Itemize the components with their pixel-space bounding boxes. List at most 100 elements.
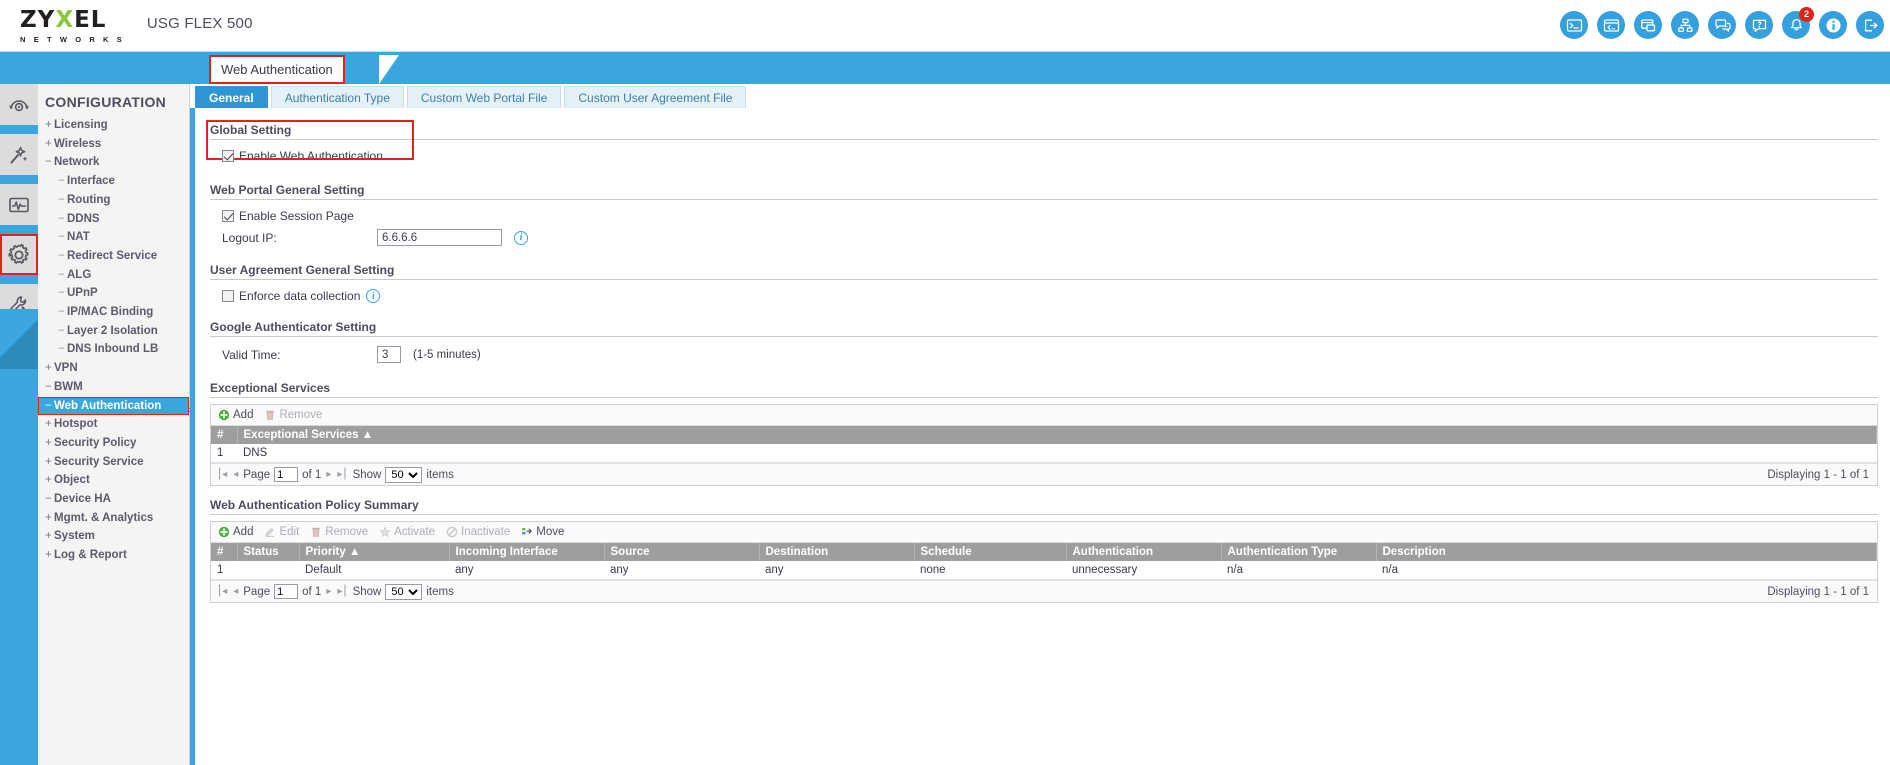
sidebar-item-security-policy[interactable]: +Security Policy [38,434,189,453]
exceptional-services-page-input[interactable] [274,467,298,482]
enable-web-auth-checkbox[interactable] [222,150,234,162]
twisty-icon[interactable]: − [45,153,54,172]
column-header[interactable]: # [211,426,237,444]
sidebar-item-vpn[interactable]: +VPN [38,359,189,378]
twisty-icon[interactable]: + [45,434,54,453]
twisty-icon[interactable]: − [45,490,54,509]
exceptional-services-last-page-icon[interactable]: ▸⎮ [336,469,348,480]
policy-summary-page-size-select[interactable]: 50 [385,584,422,600]
sidebar-item-wireless[interactable]: +Wireless [38,135,189,154]
code-icon[interactable] [1597,11,1625,39]
twisty-icon[interactable]: − [58,172,67,191]
brand-logo[interactable]: ZYXEL N E T W O R K S USG FLEX 500 [20,9,253,44]
logout-ip-input[interactable] [377,229,502,246]
sidebar-item-ip-mac-binding[interactable]: −IP/MAC Binding [38,303,189,322]
twisty-icon[interactable]: − [58,303,67,322]
enable-web-auth-row[interactable]: Enable Web Authentication [210,146,1878,166]
twisty-icon[interactable]: − [58,340,67,359]
twisty-icon[interactable]: − [45,397,54,416]
valid-time-input[interactable] [377,346,401,363]
page-title-tab[interactable]: Web Authentication [209,55,345,84]
exceptional-services-prev-page-icon[interactable]: ◂ [232,469,239,480]
bell-icon[interactable]: 2 [1782,11,1810,39]
sidebar-item-log-report[interactable]: +Log & Report [38,546,189,565]
sidebar-item-routing[interactable]: −Routing [38,191,189,210]
twisty-icon[interactable]: − [45,378,54,397]
twisty-icon[interactable]: + [45,359,54,378]
info-icon[interactable] [1819,11,1847,39]
twisty-icon[interactable]: + [45,471,54,490]
twisty-icon[interactable]: + [45,527,54,546]
policy-summary-page-input[interactable] [274,584,298,599]
enforce-data-collection-checkbox[interactable] [222,290,234,302]
sidebar-item-bwm[interactable]: −BWM [38,378,189,397]
twisty-icon[interactable]: + [45,509,54,528]
help-icon[interactable]: ? [1745,11,1773,39]
policy-summary-next-page-icon[interactable]: ▸ [325,586,332,597]
twisty-icon[interactable]: + [45,546,54,565]
column-header[interactable]: Destination [759,543,914,561]
cli-icon[interactable] [1560,11,1588,39]
policy-summary-prev-page-icon[interactable]: ◂ [232,586,239,597]
configuration-gear-icon[interactable] [0,234,38,275]
exceptional-services-first-page-icon[interactable]: ⎮◂ [216,469,228,480]
twisty-icon[interactable]: + [45,453,54,472]
exceptional-services-page-size-select[interactable]: 50 [385,467,422,483]
sidebar-item-security-service[interactable]: +Security Service [38,453,189,472]
sidebar-item-hotspot[interactable]: +Hotspot [38,415,189,434]
chat-icon[interactable] [1708,11,1736,39]
column-header[interactable]: Exceptional Services ▲ [237,426,1877,444]
policy-summary-add-button[interactable]: Add [216,526,259,538]
sidebar-item-web-authentication[interactable]: −Web Authentication [38,397,189,416]
column-header[interactable]: Schedule [914,543,1066,561]
column-header[interactable]: Authentication Type [1221,543,1376,561]
policy-summary-move-button[interactable]: Move [519,526,570,538]
sidebar-item-licensing[interactable]: +Licensing [38,116,189,135]
column-header[interactable]: Incoming Interface [449,543,604,561]
sidebar-item-object[interactable]: +Object [38,471,189,490]
sidebar-item-device-ha[interactable]: −Device HA [38,490,189,509]
policy-summary-first-page-icon[interactable]: ⎮◂ [216,586,228,597]
enable-session-page-row[interactable]: Enable Session Page [210,206,1878,226]
twisty-icon[interactable]: − [58,228,67,247]
sidebar-item-alg[interactable]: −ALG [38,266,189,285]
window-icon[interactable] [1634,11,1662,39]
enforce-data-collection-row[interactable]: Enforce data collection i [210,286,1878,306]
sidebar-item-mgmt-analytics[interactable]: +Mgmt. & Analytics [38,509,189,528]
table-row[interactable]: 1Defaultanyanyanynoneunnecessaryn/an/a [211,561,1877,580]
sidebar-item-upnp[interactable]: −UPnP [38,284,189,303]
twisty-icon[interactable]: − [58,210,67,229]
twisty-icon[interactable]: − [58,191,67,210]
column-header[interactable]: Source [604,543,759,561]
sidebar-item-layer-2-isolation[interactable]: −Layer 2 Isolation [38,322,189,341]
twisty-icon[interactable]: + [45,415,54,434]
policy-summary-last-page-icon[interactable]: ▸⎮ [336,586,348,597]
column-header[interactable]: Priority ▲ [299,543,449,561]
tab-custom-web-portal-file[interactable]: Custom Web Portal File [407,86,562,108]
sidebar-item-nat[interactable]: −NAT [38,228,189,247]
wizard-icon[interactable] [0,134,38,175]
twisty-icon[interactable]: − [58,322,67,341]
enable-session-page-checkbox[interactable] [222,210,234,222]
column-header[interactable]: Status [237,543,299,561]
sidebar-item-system[interactable]: +System [38,527,189,546]
twisty-icon[interactable]: + [45,116,54,135]
logout-ip-info-icon[interactable]: i [514,231,528,245]
dashboard-icon[interactable] [0,84,38,125]
tab-custom-user-agreement-file[interactable]: Custom User Agreement File [564,86,746,108]
twisty-icon[interactable]: − [58,247,67,266]
twisty-icon[interactable]: − [58,266,67,285]
exceptional-services-next-page-icon[interactable]: ▸ [325,469,332,480]
monitor-icon[interactable] [0,184,38,225]
tab-authentication-type[interactable]: Authentication Type [271,86,404,108]
enforce-data-collection-info-icon[interactable]: i [366,289,380,303]
column-header[interactable]: Authentication [1066,543,1221,561]
sidebar-item-network[interactable]: −Network [38,153,189,172]
twisty-icon[interactable]: − [58,284,67,303]
table-row[interactable]: 1DNS [211,444,1877,463]
sidebar-item-redirect-service[interactable]: −Redirect Service [38,247,189,266]
twisty-icon[interactable]: + [45,135,54,154]
network-tree-icon[interactable] [1671,11,1699,39]
logout-icon[interactable] [1856,11,1884,39]
sidebar-item-dns-inbound-lb[interactable]: −DNS Inbound LB [38,340,189,359]
